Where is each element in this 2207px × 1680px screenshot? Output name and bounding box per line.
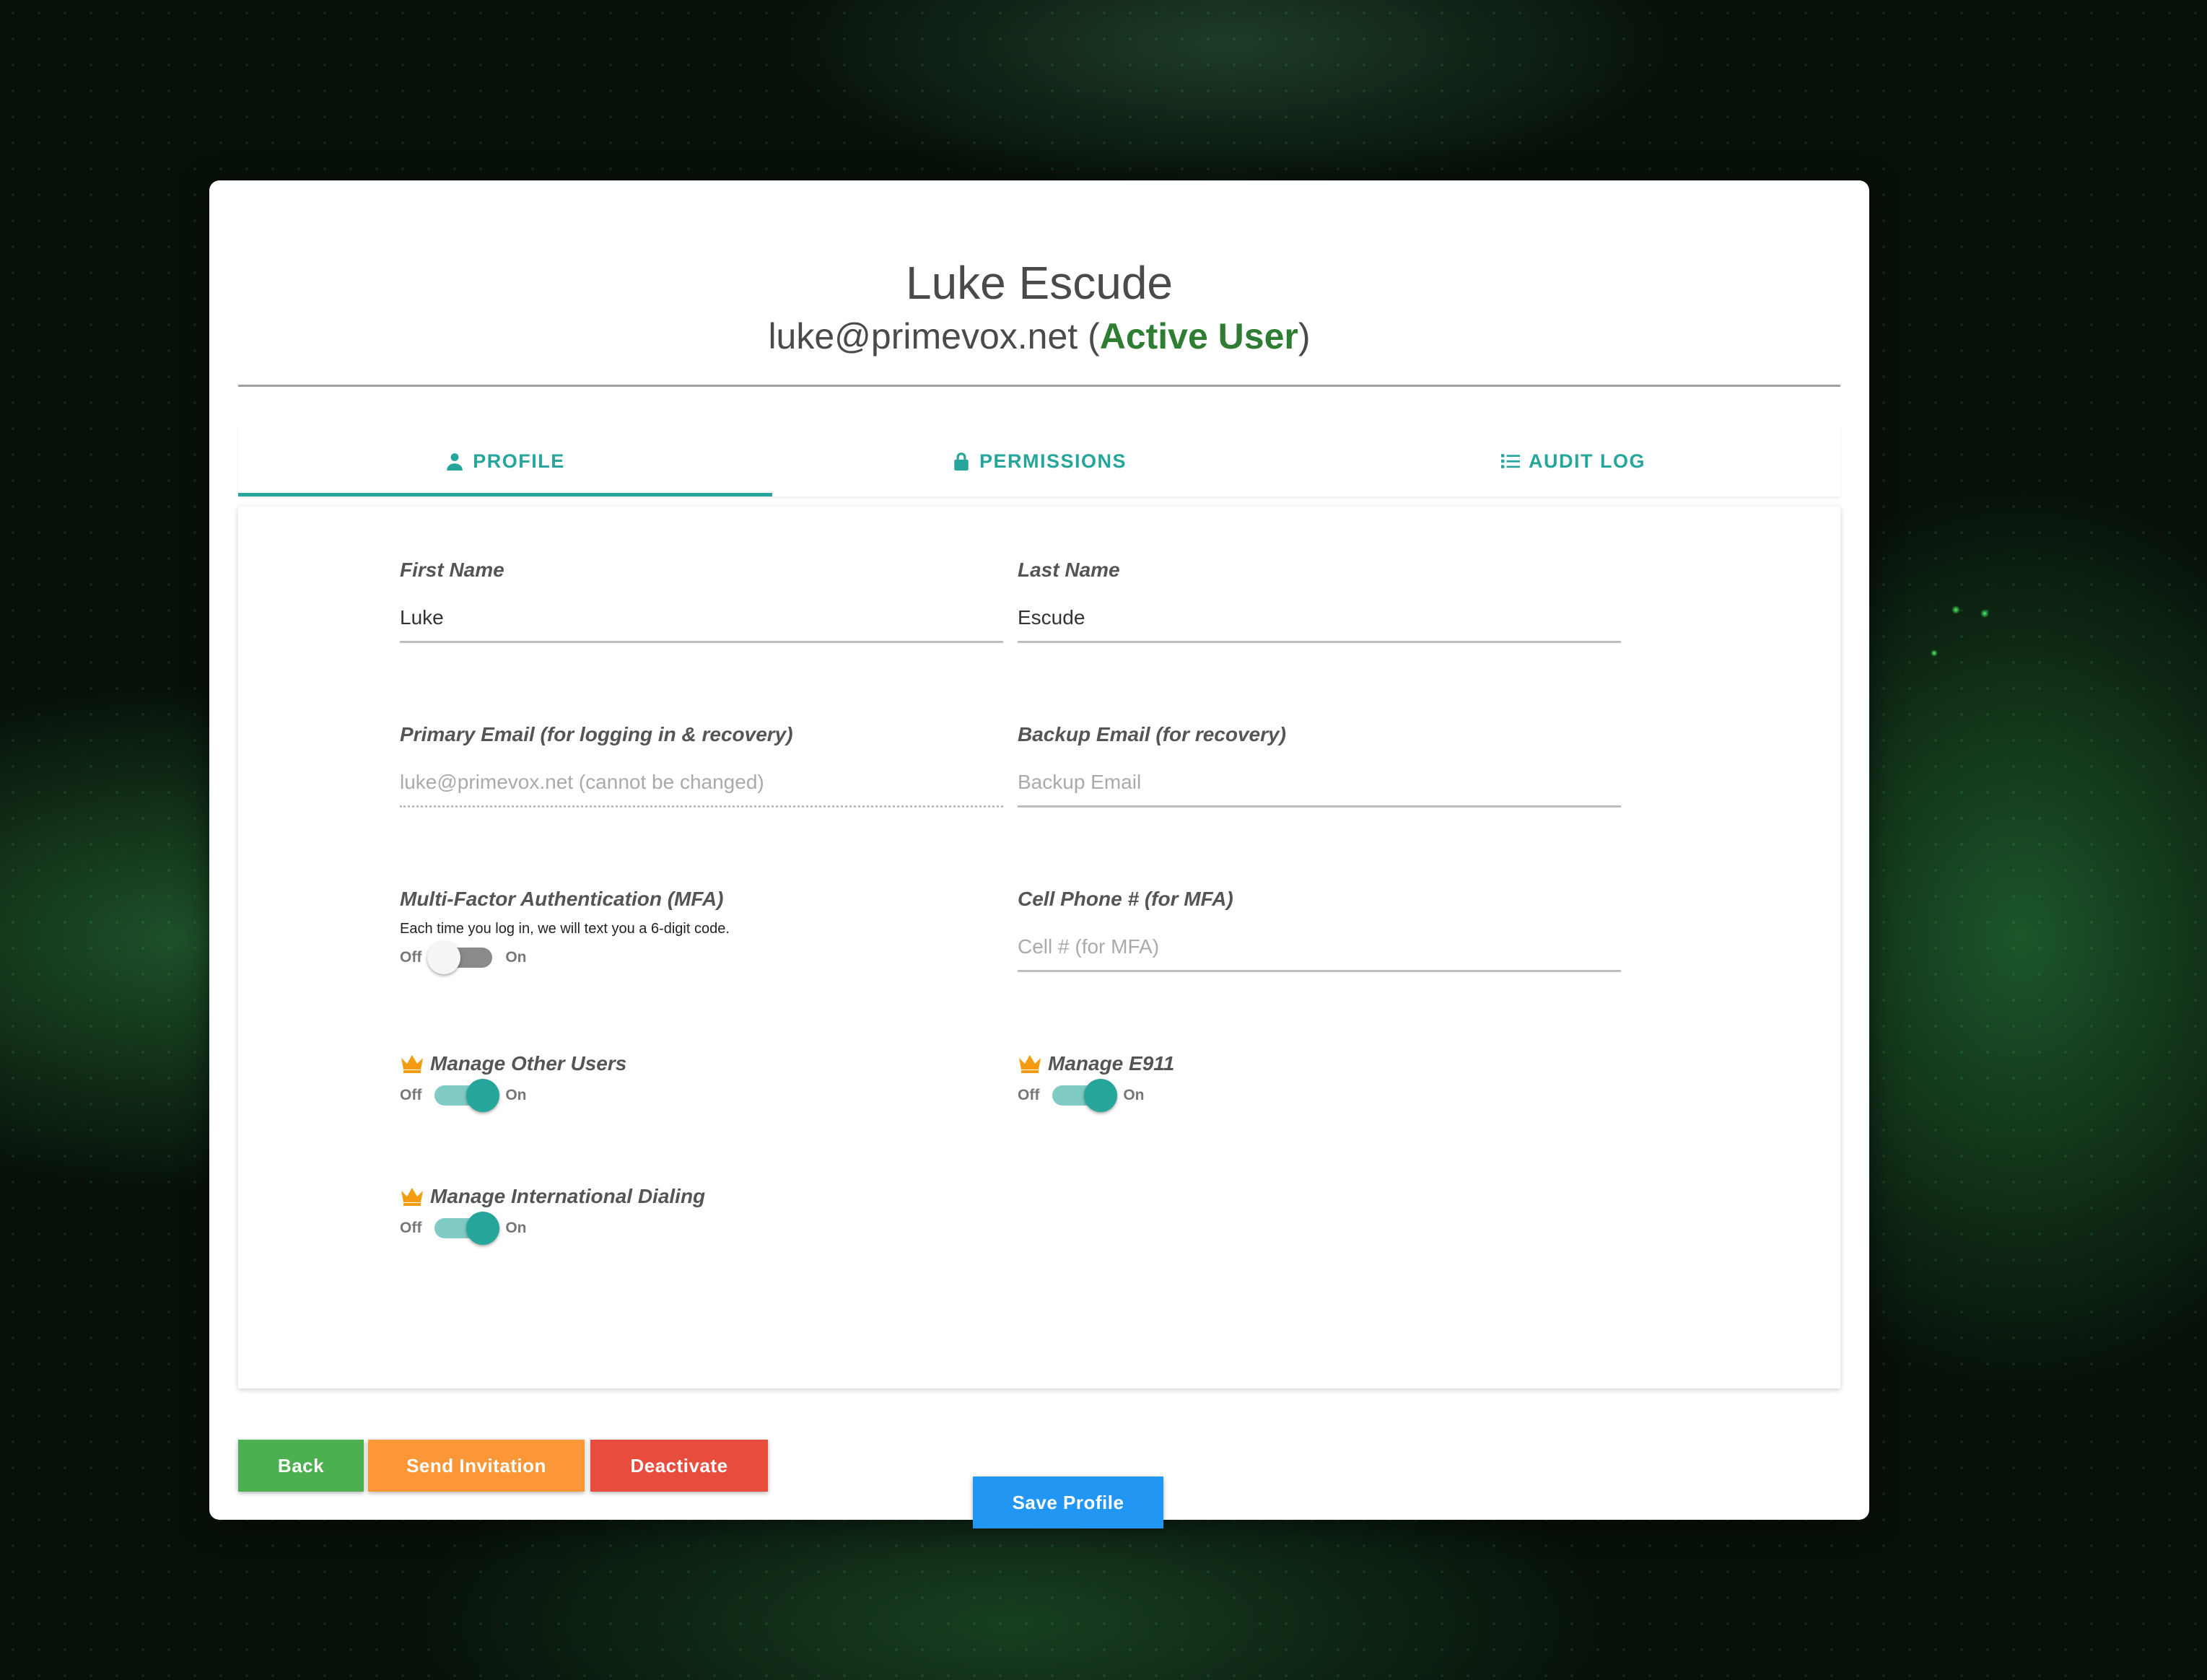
toggle-off-label: Off [400,1087,422,1103]
tab-bar: PROFILE PERMISSIONS AUDIT LOG [238,426,1840,496]
backup-email-field: Backup Email (for recovery) Backup Email [1018,723,1621,808]
tab-label: PROFILE [473,450,565,472]
manage-intl-label: Manage International Dialing [430,1185,706,1207]
toggle-off-label: Off [1018,1087,1040,1103]
manage-users-label: Manage Other Users [430,1052,627,1075]
save-profile-button[interactable]: Save Profile [973,1476,1163,1528]
toggle-knob [466,1079,500,1112]
user-name: Luke Escude [905,257,1174,309]
cell-phone-field: Cell Phone # (for MFA) Cell # (for MFA) [1018,888,1621,972]
toggle-on-label: On [505,1220,527,1236]
tab-permissions[interactable]: PERMISSIONS [772,426,1306,496]
last-name-field: Last Name Escude [1018,559,1621,643]
back-button[interactable]: Back [238,1440,364,1492]
manage-intl-label-row: Manage International Dialing [400,1185,1003,1208]
cell-phone-label: Cell Phone # (for MFA) [1018,888,1233,910]
user-status: Active User [1099,316,1298,356]
primary-email-input: luke@primevox.net (cannot be changed) [400,768,1003,808]
first-name-field: First Name Luke [400,559,1003,643]
toggle-off-label: Off [400,1220,422,1236]
manage-e911-toggle-row: Off On [1018,1079,1621,1112]
profile-panel: First Name Luke Last Name Escude Primary… [238,507,1840,1528]
toggle-off-label: Off [400,949,422,966]
list-icon [1501,454,1520,468]
manage-intl-field: Manage International Dialing Off On [400,1185,1003,1245]
cell-phone-input[interactable]: Cell # (for MFA) [1018,932,1621,972]
tab-label: AUDIT LOG [1529,450,1646,472]
toggle-on-label: On [505,1087,527,1103]
manage-e911-field: Manage E911 Off On [1018,1052,1621,1112]
last-name-label: Last Name [1018,559,1120,581]
user-card: Luke Escude luke@primevox.net (Active Us… [209,180,1869,1528]
first-name-label: First Name [400,559,504,581]
manage-e911-label-row: Manage E911 [1018,1052,1621,1075]
manage-e911-label: Manage E911 [1048,1052,1175,1075]
toggle-on-label: On [1123,1087,1145,1103]
send-invitation-button[interactable]: Send Invitation [368,1440,585,1492]
user-email: luke@primevox.net [768,316,1078,356]
header-divider [238,385,1840,387]
toggle-knob [427,941,461,974]
tab-audit-log[interactable]: AUDIT LOG [1306,426,1840,496]
toggle-knob [1084,1079,1118,1112]
mfa-toggle-row: Off On [400,941,1003,974]
toggle-knob [466,1212,500,1245]
mfa-field: Multi-Factor Authentication (MFA) Each t… [400,888,1003,974]
user-subtitle: luke@primevox.net (Active User) [768,316,1311,356]
manage-users-label-row: Manage Other Users [400,1052,1003,1075]
mfa-toggle[interactable] [427,941,493,974]
crown-icon [1019,1055,1041,1073]
deactivate-button[interactable]: Deactivate [590,1440,768,1492]
manage-intl-toggle[interactable] [434,1212,500,1245]
cell-phone-placeholder: Cell # (for MFA) [1018,935,1160,958]
tab-label: PERMISSIONS [979,450,1127,472]
tab-profile[interactable]: PROFILE [238,426,772,496]
crown-icon [401,1055,423,1073]
crown-icon [401,1188,423,1206]
manage-intl-toggle-row: Off On [400,1212,1003,1245]
mfa-label: Multi-Factor Authentication (MFA) [400,888,724,910]
backup-email-input[interactable]: Backup Email [1018,768,1621,808]
manage-e911-toggle[interactable] [1052,1079,1118,1112]
manage-users-toggle-row: Off On [400,1079,1003,1112]
first-name-input[interactable]: Luke [400,603,1003,643]
backup-email-placeholder: Backup Email [1018,771,1142,793]
lock-icon [954,452,969,471]
backup-email-label: Backup Email (for recovery) [1018,723,1286,745]
last-name-input[interactable]: Escude [1018,603,1621,643]
primary-email-placeholder: luke@primevox.net (cannot be changed) [400,771,764,793]
manage-users-field: Manage Other Users Off On [400,1052,1003,1112]
user-icon [447,453,463,471]
toggle-on-label: On [505,949,527,966]
primary-email-label: Primary Email (for logging in & recovery… [400,723,793,745]
primary-email-field: Primary Email (for logging in & recovery… [400,723,1003,808]
mfa-help-text: Each time you log in, we will text you a… [400,921,730,937]
manage-users-toggle[interactable] [434,1079,500,1112]
